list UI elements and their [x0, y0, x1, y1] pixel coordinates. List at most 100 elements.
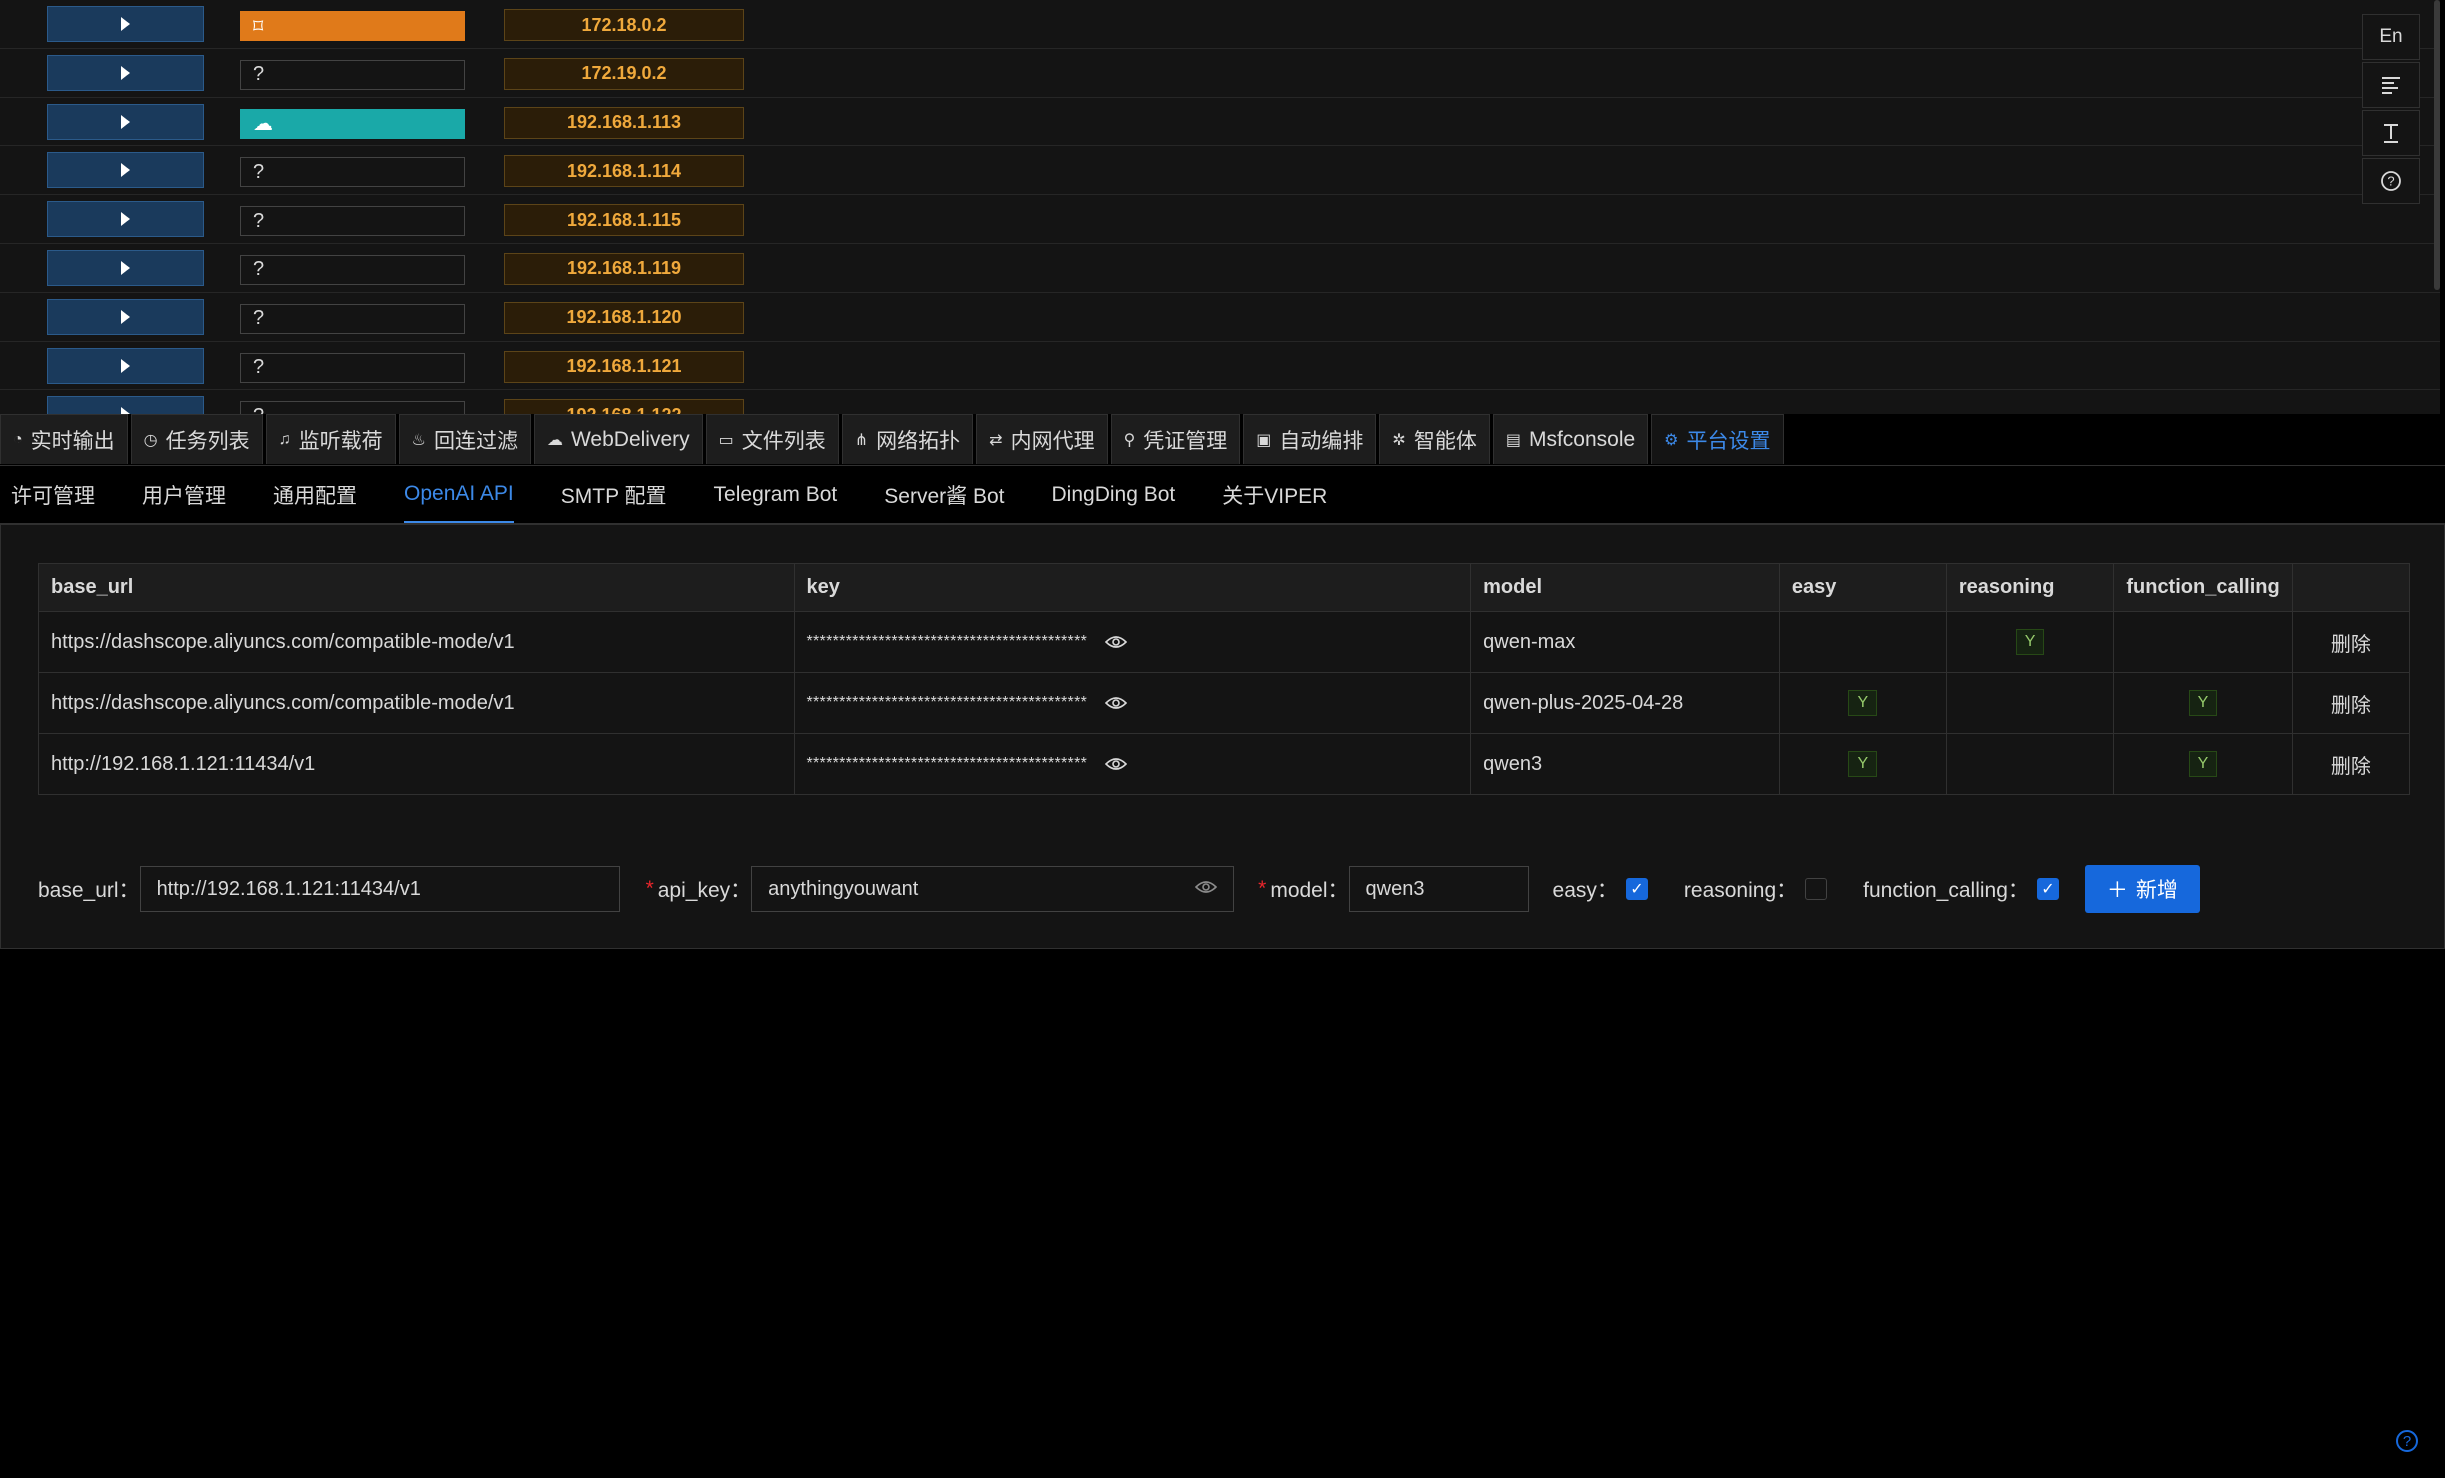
delete-link[interactable]: 删除 — [2291, 611, 2411, 673]
session-play-button[interactable] — [47, 6, 204, 42]
cloud-upload-icon: ☁ — [546, 431, 563, 449]
delete-link[interactable]: 删除 — [2291, 733, 2411, 795]
tab-label: 平台设置 — [1686, 429, 1771, 453]
caret-right-icon — [121, 163, 130, 178]
host-ip-tag[interactable]: 192.168.1.121 — [504, 350, 744, 383]
easy-checkbox[interactable]: ✓ — [1625, 878, 1648, 900]
settings-tab[interactable]: Telegram Bot — [714, 466, 838, 523]
model-input[interactable]: qwen3 — [1348, 866, 1529, 912]
tab-headphones[interactable]: ♫ 监听载荷 — [265, 414, 396, 464]
host-status-tag[interactable]: ? — [240, 352, 465, 383]
session-play-button[interactable] — [47, 396, 204, 414]
host-row: ☁ 192.168.1.113 — [0, 98, 2440, 147]
eye-icon[interactable] — [1105, 634, 1128, 650]
host-status-tag[interactable]: ? — [240, 401, 465, 414]
session-play-button[interactable] — [47, 103, 204, 140]
session-play-button[interactable] — [47, 249, 204, 286]
tab-cloud-upload[interactable]: ☁ WebDelivery — [533, 414, 703, 464]
side-toolbar: En ? — [2362, 14, 2422, 206]
help-corner-icon[interactable]: ? — [2396, 1430, 2418, 1452]
masked-key: ****************************************… — [806, 633, 1088, 650]
reasoning-cell — [1945, 672, 2115, 734]
question-circle-icon[interactable]: ? — [2362, 158, 2420, 204]
base-url-cell: https://dashscope.aliyuncs.com/compatibl… — [38, 611, 795, 673]
settings-tab[interactable]: SMTP 配置 — [561, 466, 667, 523]
column-header-reasoning: reasoning — [1945, 563, 2115, 612]
settings-tab[interactable]: 关于VIPER — [1222, 466, 1327, 523]
session-play-button[interactable] — [47, 298, 204, 335]
text-height-icon[interactable] — [2362, 110, 2420, 156]
tab-openai[interactable]: ✲ 智能体 — [1379, 414, 1490, 464]
host-status-tag[interactable]: ? — [240, 59, 465, 90]
add-button[interactable]: ＋ 新增 — [2084, 865, 2200, 913]
fire-icon: ♨ — [411, 431, 426, 449]
host-row: ? 192.168.1.115 — [0, 195, 2440, 244]
tab-key[interactable]: ⚲ 凭证管理 — [1110, 414, 1241, 464]
tab-fire[interactable]: ♨ 回连过滤 — [398, 414, 531, 464]
base-url-input[interactable]: http://192.168.1.121:11434/v1 — [139, 866, 620, 912]
host-status-icon: ? — [253, 405, 264, 414]
host-ip-tag[interactable]: 192.168.1.114 — [504, 155, 744, 188]
tab-dashboard[interactable]: ◔ 实时输出 — [0, 414, 128, 464]
host-ip-tag[interactable]: 192.168.1.122 — [504, 399, 744, 414]
tab-folder-open[interactable]: ▭ 文件列表 — [705, 414, 839, 464]
settings-tab[interactable]: OpenAI API — [404, 466, 514, 523]
settings-tab[interactable]: 许可管理 — [11, 466, 95, 523]
host-list: ⌑ 172.18.0.2? 172.19.0.2 ☁ 192.168.1.113? 192… — [0, 0, 2440, 414]
reasoning-checkbox[interactable] — [1805, 878, 1828, 900]
host-status-tag[interactable]: ☁ — [240, 108, 465, 139]
reasoning-cell: Y — [1945, 611, 2115, 673]
api-key-value: anythingyouwant — [768, 877, 919, 900]
host-ip-tag[interactable]: 192.168.1.119 — [504, 252, 744, 285]
host-row: ? 192.168.1.120 — [0, 293, 2440, 342]
settings-tab[interactable]: DingDing Bot — [1052, 466, 1176, 523]
caret-right-icon — [121, 17, 130, 31]
host-status-tag[interactable]: ⌑ — [240, 11, 465, 41]
tab-robot[interactable]: ▣ 自动编排 — [1243, 414, 1377, 464]
host-ip-tag[interactable]: 172.18.0.2 — [504, 9, 744, 41]
function-calling-cell: Y — [2113, 672, 2293, 734]
delete-link[interactable]: 删除 — [2291, 672, 2411, 734]
function-calling-checkbox[interactable]: ✓ — [2036, 878, 2059, 900]
session-play-button[interactable] — [47, 152, 204, 189]
host-status-tag[interactable]: ? — [240, 303, 465, 334]
tab-cluster[interactable]: ⋔ 网络拓扑 — [841, 414, 974, 464]
tab-swap[interactable]: ⇄ 内网代理 — [976, 414, 1108, 464]
host-row: ⌑ 172.18.0.2 — [0, 0, 2440, 49]
host-ip-tag[interactable]: 192.168.1.115 — [504, 204, 744, 237]
tab-setting[interactable]: ⚙ 平台设置 — [1651, 414, 1784, 464]
host-status-icon: ? — [253, 258, 265, 281]
host-ip-tag[interactable]: 192.168.1.120 — [504, 301, 744, 334]
key-cell: ****************************************… — [793, 733, 1472, 795]
align-left-icon[interactable] — [2362, 62, 2420, 108]
host-status-tag[interactable]: ? — [240, 254, 465, 285]
session-play-button[interactable] — [47, 347, 204, 384]
eye-icon[interactable] — [1195, 878, 1218, 901]
tab-history[interactable]: ◷ 任务列表 — [130, 414, 263, 464]
host-status-tag[interactable]: ? — [240, 157, 465, 188]
openai-api-table: base_url key model easy reasoning functi… — [38, 563, 2411, 795]
function-calling-label: function_calling： — [1863, 879, 2029, 902]
caret-right-icon — [121, 358, 130, 373]
eye-icon[interactable] — [1105, 756, 1128, 772]
host-status-icon: ? — [253, 307, 265, 330]
settings-tab[interactable]: Server酱 Bot — [884, 466, 1004, 523]
tab-code[interactable]: ▤ Msfconsole — [1492, 414, 1649, 464]
settings-tab[interactable]: 用户管理 — [142, 466, 226, 523]
caret-right-icon — [121, 407, 130, 414]
model-required-mark: * — [1258, 877, 1267, 900]
host-status-tag[interactable]: ? — [240, 206, 465, 237]
tab-label: 任务列表 — [165, 429, 250, 453]
host-list-scrollbar[interactable] — [2434, 0, 2440, 290]
language-toggle-button[interactable]: En — [2362, 14, 2420, 60]
api-key-input[interactable]: anythingyouwant — [751, 866, 1235, 912]
caret-right-icon — [121, 309, 130, 324]
eye-icon[interactable] — [1105, 695, 1128, 711]
cluster-icon: ⋔ — [854, 431, 869, 449]
session-play-button[interactable] — [47, 54, 204, 91]
settings-tab[interactable]: 通用配置 — [273, 466, 357, 523]
host-ip-tag[interactable]: 192.168.1.113 — [504, 106, 744, 139]
session-play-button[interactable] — [47, 201, 204, 238]
host-status-icon: ? — [253, 209, 265, 232]
host-ip-tag[interactable]: 172.19.0.2 — [504, 57, 744, 90]
